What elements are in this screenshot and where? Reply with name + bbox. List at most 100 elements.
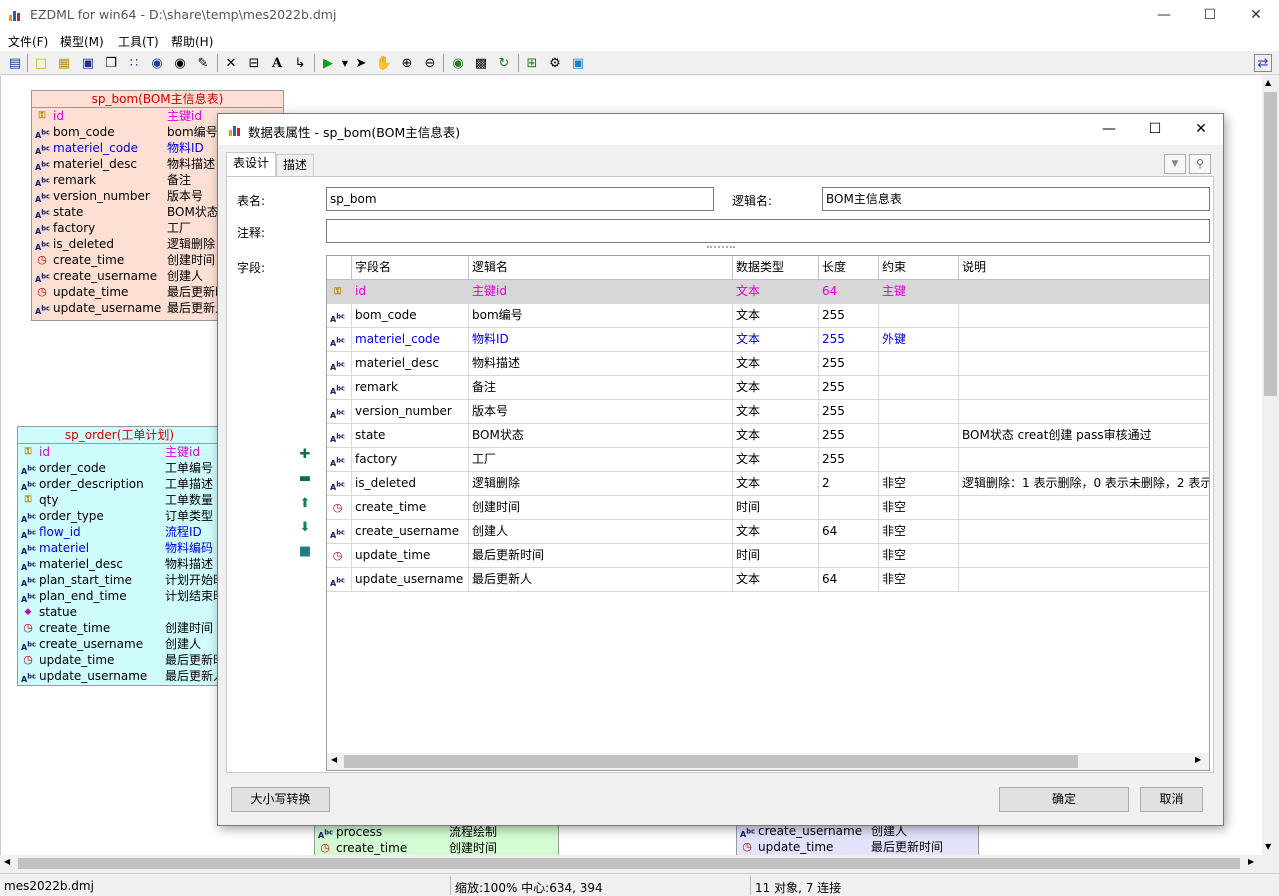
open-folder-icon[interactable]: ▦ — [55, 54, 73, 72]
grid-cell-type[interactable]: 文本 — [733, 400, 819, 424]
maximize-button[interactable]: ☐ — [1187, 0, 1233, 31]
grid-cell-length[interactable]: 64 — [819, 520, 879, 544]
dialog-minimize-button[interactable]: — — [1086, 114, 1132, 145]
grid-cell-name[interactable]: is_deleted — [352, 472, 469, 496]
add-list-icon[interactable]: ⊞ — [523, 54, 541, 72]
entity-field-row[interactable]: ◷ create_time 创建时间 — [315, 840, 558, 856]
grid-cell-length[interactable]: 255 — [819, 400, 879, 424]
vertical-scroll-thumb[interactable] — [1264, 92, 1277, 396]
case-convert-button[interactable]: 大小写转换 — [231, 787, 330, 812]
grid-cell-desc[interactable] — [959, 352, 1209, 376]
entity-field-row[interactable]: ⚿ qty 工单数量 — [18, 492, 221, 508]
entity-field-row[interactable]: Abc order_code 工单编号 — [18, 460, 221, 476]
grid-cell-length[interactable] — [819, 544, 879, 568]
horizontal-scroll-thumb[interactable] — [18, 858, 1240, 869]
grid-cell-constraint[interactable]: 外键 — [879, 328, 959, 352]
scroll-left-icon[interactable]: ◀ — [4, 857, 10, 866]
grid-cell-constraint[interactable] — [879, 376, 959, 400]
save-icon[interactable]: ▣ — [79, 54, 97, 72]
grid-cell-logic[interactable]: 物料描述 — [469, 352, 733, 376]
grid-cell-constraint[interactable]: 非空 — [879, 568, 959, 592]
grid-cell-type[interactable]: 文本 — [733, 304, 819, 328]
table-icon[interactable]: ⊟ — [245, 54, 263, 72]
entity-field-row[interactable]: Abc order_type 订单类型 — [18, 508, 221, 524]
grid-cell-type[interactable]: 文本 — [733, 472, 819, 496]
dialog-close-button[interactable]: ✕ — [1178, 114, 1224, 145]
ok-button[interactable]: 确定 — [999, 787, 1129, 812]
grid-cell-type[interactable]: 文本 — [733, 352, 819, 376]
grid-header-logic[interactable]: 逻辑名 — [469, 256, 733, 280]
grid-cell-logic[interactable]: BOM状态 — [469, 424, 733, 448]
layout-icon[interactable]: ∷ — [125, 54, 143, 72]
grid-cell-constraint[interactable] — [879, 352, 959, 376]
grid-cell-icon[interactable]: Abc — [327, 304, 352, 328]
table-name-input[interactable]: sp_bom — [326, 187, 714, 211]
pin-icon[interactable]: ⚲ — [1189, 154, 1211, 174]
menu-file[interactable]: 文件(F) — [8, 33, 48, 50]
grid-row[interactable]: ◷ update_time 最后更新时间 时间 非空 — [327, 544, 1209, 568]
zoom-in-icon[interactable]: ⊕ — [398, 54, 416, 72]
grid-cell-constraint[interactable] — [879, 448, 959, 472]
scroll-down-icon[interactable]: ▼ — [1265, 842, 1271, 851]
grid-cell-length[interactable]: 255 — [819, 376, 879, 400]
move-up-icon[interactable]: ⬆ — [297, 496, 313, 512]
connector-icon[interactable]: ↳ — [291, 54, 309, 72]
toggle-panel-icon[interactable]: ▤ — [6, 54, 24, 72]
grid-cell-name[interactable]: update_username — [352, 568, 469, 592]
grid-cell-length[interactable]: 255 — [819, 352, 879, 376]
copy-icon[interactable]: ❐ — [102, 54, 120, 72]
grid-cell-logic[interactable]: 创建人 — [469, 520, 733, 544]
grid-header-name[interactable]: 字段名 — [352, 256, 469, 280]
grid-scroll-thumb[interactable] — [344, 755, 1078, 768]
grid-row[interactable]: Abc materiel_code 物料ID 文本 255 外键 — [327, 328, 1209, 352]
grid-cell-type[interactable]: 文本 — [733, 520, 819, 544]
dialog-maximize-button[interactable]: ☐ — [1132, 114, 1178, 145]
grid-cell-length[interactable]: 255 — [819, 448, 879, 472]
grid-cell-constraint[interactable]: 非空 — [879, 496, 959, 520]
grid-cell-icon[interactable]: Abc — [327, 376, 352, 400]
grid-cell-name[interactable]: bom_code — [352, 304, 469, 328]
edit-icon[interactable]: ✎ — [194, 54, 212, 72]
entity-field-row[interactable]: Abc order_description 工单描述 — [18, 476, 221, 492]
grid-cell-logic[interactable]: 创建时间 — [469, 496, 733, 520]
entity-field-row[interactable]: Abc flow_id 流程ID — [18, 524, 221, 540]
grid-cell-logic[interactable]: 最后更新人 — [469, 568, 733, 592]
fields-grid[interactable]: 字段名 逻辑名 数据类型 长度 约束 说明 ⚿ id 主键id 文本 64 主键 Abc bo… — [326, 255, 1210, 771]
grid-horizontal-scrollbar[interactable]: ◀ ▶ — [327, 753, 1209, 770]
remove-field-icon[interactable]: ▬ — [297, 471, 313, 487]
grid-cell-icon[interactable]: Abc — [327, 328, 352, 352]
grid-cell-name[interactable]: remark — [352, 376, 469, 400]
grid-cell-logic[interactable]: 逻辑删除 — [469, 472, 733, 496]
grid-cell-logic[interactable]: 版本号 — [469, 400, 733, 424]
grid-row[interactable]: Abc version_number 版本号 文本 255 — [327, 400, 1209, 424]
grid-cell-constraint[interactable]: 非空 — [879, 472, 959, 496]
grid-cell-desc[interactable] — [959, 400, 1209, 424]
globe-icon[interactable]: ◉ — [148, 54, 166, 72]
grid-header-constraint[interactable]: 约束 — [879, 256, 959, 280]
entity-field-row[interactable]: Abc materiel 物料编码 — [18, 540, 221, 556]
grid-cell-length[interactable]: 2 — [819, 472, 879, 496]
grid-cell-logic[interactable]: 工厂 — [469, 448, 733, 472]
entity-field-row[interactable]: ◷ update_time 最后更新时 — [18, 652, 221, 668]
zoom-out-icon[interactable]: ⊖ — [421, 54, 439, 72]
grid-cell-icon[interactable]: ◷ — [327, 544, 352, 568]
grid-cell-length[interactable] — [819, 496, 879, 520]
grid-scroll-right-icon[interactable]: ▶ — [1195, 755, 1201, 764]
grid-cell-type[interactable]: 文本 — [733, 568, 819, 592]
grid-cell-logic[interactable]: 备注 — [469, 376, 733, 400]
close-button[interactable]: ✕ — [1233, 0, 1279, 31]
grid-cell-length[interactable]: 255 — [819, 424, 879, 448]
grid-cell-length[interactable]: 255 — [819, 304, 879, 328]
grid-cell-icon[interactable]: ⚿ — [327, 280, 352, 304]
grid-cell-desc[interactable] — [959, 520, 1209, 544]
grid-cell-constraint[interactable]: 非空 — [879, 520, 959, 544]
grid-cell-desc[interactable]: BOM状态 creat创建 pass审核通过 — [959, 424, 1209, 448]
grid-header-length[interactable]: 长度 — [819, 256, 879, 280]
grid-cell-desc[interactable] — [959, 544, 1209, 568]
grid-row[interactable]: Abc bom_code bom编号 文本 255 — [327, 304, 1209, 328]
grid-row[interactable]: Abc remark 备注 文本 255 — [327, 376, 1209, 400]
grid-cell-icon[interactable]: Abc — [327, 448, 352, 472]
menu-model[interactable]: 模型(M) — [60, 33, 104, 50]
grid-cell-icon[interactable]: Abc — [327, 520, 352, 544]
grid-cell-length[interactable]: 64 — [819, 568, 879, 592]
